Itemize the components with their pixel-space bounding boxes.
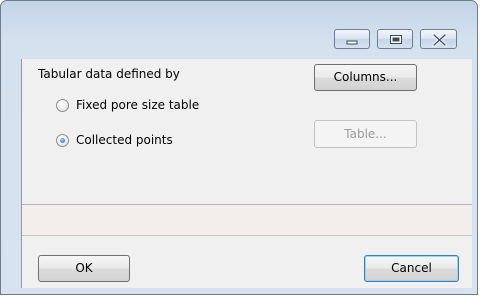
columns-button[interactable]: Columns... bbox=[314, 64, 417, 91]
radio-button[interactable] bbox=[56, 99, 69, 112]
maximize-icon bbox=[390, 35, 402, 44]
table-button[interactable]: Table... bbox=[314, 120, 417, 148]
radio-label: Fixed pore size table bbox=[76, 98, 200, 112]
group-label: Tabular data defined by bbox=[38, 67, 180, 81]
maximize-button[interactable] bbox=[377, 29, 413, 49]
ok-button[interactable]: OK bbox=[38, 255, 130, 282]
close-button[interactable] bbox=[420, 29, 457, 49]
radio-dot bbox=[60, 138, 65, 143]
cancel-button[interactable]: Cancel bbox=[364, 255, 459, 282]
tabular-data-panel: Tabular data defined by Fixed pore size … bbox=[22, 59, 472, 205]
minimize-button[interactable] bbox=[334, 29, 370, 49]
radio-label: Collected points bbox=[76, 133, 173, 147]
close-icon bbox=[432, 33, 447, 47]
radio-button-selected[interactable] bbox=[56, 134, 69, 147]
separator-strip bbox=[22, 205, 472, 236]
minimize-icon bbox=[346, 40, 358, 45]
dialog-client-area: Tabular data defined by Fixed pore size … bbox=[21, 59, 472, 288]
dialog-window: Tabular data defined by Fixed pore size … bbox=[0, 0, 478, 295]
